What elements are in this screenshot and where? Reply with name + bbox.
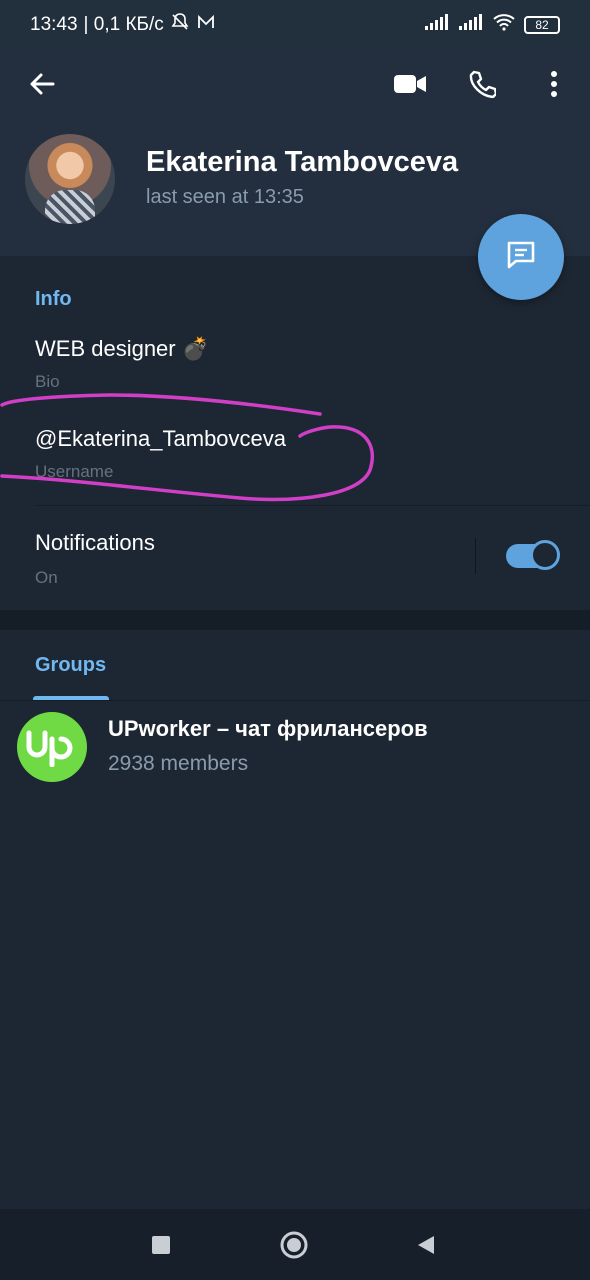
more-vertical-icon[interactable] [536, 64, 572, 104]
phone-icon[interactable] [462, 64, 502, 104]
battery-icon: 82 [524, 16, 560, 34]
avatar[interactable] [25, 134, 115, 224]
signal-icon [424, 13, 450, 37]
info-section: Info WEB designer 💣 Bio @Ekaterina_Tambo… [0, 256, 590, 610]
divider [35, 505, 590, 506]
circle-icon[interactable] [274, 1225, 314, 1265]
message-icon [504, 238, 538, 277]
mail-icon [196, 12, 216, 38]
username-label: Username [35, 462, 114, 481]
tab-underline [0, 700, 590, 701]
notifications-value[interactable]: Notifications [35, 530, 155, 556]
tab-groups[interactable]: Groups [35, 654, 106, 677]
group-name: UPworker – чат фрилансеров [108, 716, 428, 741]
signal-icon [458, 13, 484, 37]
toggle-separator [475, 538, 476, 574]
toggle-knob [530, 540, 560, 570]
profile-name: Ekaterina Tambovceva [146, 146, 459, 178]
status-speed: | 0,1 КБ/с [83, 14, 164, 35]
last-seen-status: last seen at 13:35 [146, 186, 304, 208]
system-nav-bar [0, 1209, 590, 1280]
status-bar: 13:43 | 0,1 КБ/с 82 [0, 0, 590, 50]
square-icon[interactable] [141, 1225, 181, 1265]
status-left: 13:43 | 0,1 КБ/с [30, 12, 216, 38]
section-gap [0, 610, 590, 630]
username-value[interactable]: @Ekaterina_Tambovceva [35, 426, 286, 452]
group-members: 2938 members [108, 752, 249, 775]
group-avatar [17, 712, 87, 782]
status-time: 13:43 [30, 14, 78, 35]
bio-label: Bio [35, 372, 60, 391]
arrow-left-icon[interactable] [22, 64, 62, 104]
notifications-toggle[interactable] [506, 540, 560, 570]
send-message-button[interactable] [478, 214, 564, 300]
status-right: 82 [424, 13, 560, 37]
muted-bell-icon [170, 12, 190, 38]
upwork-logo-icon [26, 730, 73, 767]
wifi-icon [492, 13, 516, 37]
bio-value[interactable]: WEB designer 💣 [35, 336, 209, 362]
info-section-title: Info [35, 288, 72, 310]
video-camera-icon[interactable] [390, 64, 430, 104]
triangle-back-icon[interactable] [406, 1225, 446, 1265]
notifications-label: On [35, 568, 58, 587]
